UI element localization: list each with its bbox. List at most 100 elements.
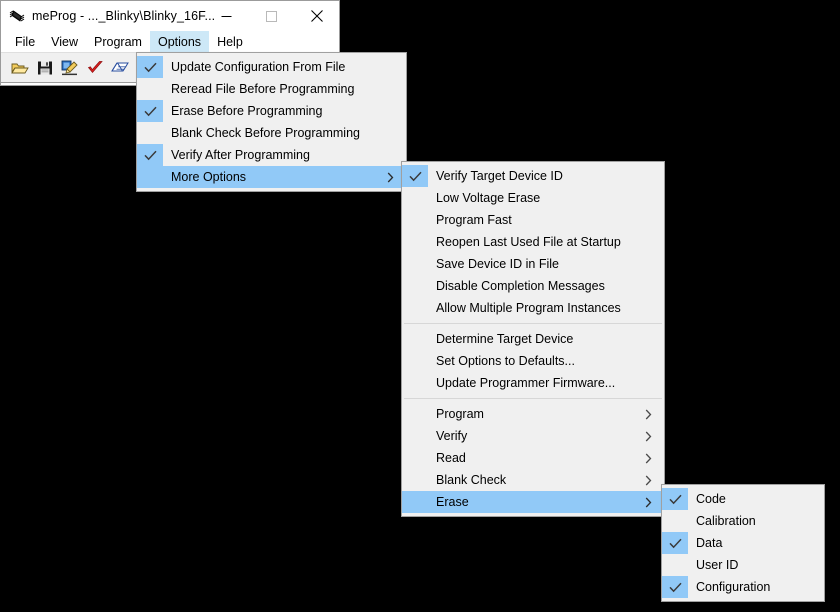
menubar-item-options[interactable]: Options [149,31,210,52]
menu-item-program-fast[interactable]: Program Fast [402,209,664,231]
checkmark-icon [662,488,688,510]
chevron-right-icon [645,453,664,464]
menu-item-blank-check[interactable]: Blank Check [402,469,664,491]
menu-item-low-voltage-erase[interactable]: Low Voltage Erase [402,187,664,209]
menu-separator [404,398,662,399]
menu-item-verify[interactable]: Verify [402,425,664,447]
menu-item-read[interactable]: Read [402,447,664,469]
menu-item-label: Calibration [696,514,756,528]
title-bar[interactable]: meProg - ..._Blinky\Blinky_16F... [1,1,339,31]
menu-item-erase-data[interactable]: Data [662,532,824,554]
menu-item-erase-code[interactable]: Code [662,488,824,510]
window-title: meProg - ..._Blinky\Blinky_16F... [32,9,216,23]
checkmark-slot [402,253,428,275]
menu-item-label: Program Fast [436,213,512,227]
maximize-button[interactable] [249,1,294,31]
minimize-button[interactable] [204,1,249,31]
checkmark-slot [402,491,428,513]
save-file-icon[interactable] [35,58,55,78]
chevron-right-icon [645,409,664,420]
checkmark-slot [402,328,428,350]
chip-icon [9,8,25,24]
checkmark-slot [137,122,163,144]
menu-item-label: Erase Before Programming [171,104,323,118]
menu-item-label: Data [696,536,723,550]
menu-item-set-options-to-defaults[interactable]: Set Options to Defaults... [402,350,664,372]
close-button[interactable] [294,1,339,31]
verify-icon[interactable] [85,58,105,78]
menu-item-label: Update Configuration From File [171,60,346,74]
checkmark-icon [137,56,163,78]
menu-item-label: Reopen Last Used File at Startup [436,235,621,249]
menu-item-erase[interactable]: Erase [402,491,664,513]
checkmark-slot [662,554,688,576]
menu-item-erase-user-id[interactable]: User ID [662,554,824,576]
checkmark-icon [662,532,688,554]
menu-item-label: Configuration [696,580,771,594]
menu-item-reopen-last-used-file-at-startup[interactable]: Reopen Last Used File at Startup [402,231,664,253]
menu-item-label: Verify Target Device ID [436,169,563,183]
menu-item-erase-before-programming[interactable]: Erase Before Programming [137,100,406,122]
checkmark-slot [402,403,428,425]
menu-item-label: Erase [436,495,469,509]
checkmark-slot [402,209,428,231]
menu-item-allow-multiple-program-instances[interactable]: Allow Multiple Program Instances [402,297,664,319]
options-menu: Update Configuration From File Reread Fi… [136,52,407,192]
menu-item-label: Program [436,407,484,421]
menu-item-program[interactable]: Program [402,403,664,425]
menu-item-erase-calibration[interactable]: Calibration [662,510,824,532]
menu-item-more-options[interactable]: More Options [137,166,406,188]
read-icon[interactable] [110,58,130,78]
menu-item-label: Low Voltage Erase [436,191,541,205]
checkmark-slot [402,350,428,372]
menu-separator [404,323,662,324]
checkmark-slot [402,231,428,253]
menu-item-label: Blank Check Before Programming [171,126,360,140]
menu-item-verify-target-device-id[interactable]: Verify Target Device ID [402,165,664,187]
menu-item-determine-target-device[interactable]: Determine Target Device [402,328,664,350]
menu-item-label: Reread File Before Programming [171,82,355,96]
menu-item-label: More Options [171,170,247,184]
menu-item-blank-check-before-programming[interactable]: Blank Check Before Programming [137,122,406,144]
menubar-item-view[interactable]: View [43,31,86,52]
checkmark-slot [137,166,163,188]
menu-item-update-programmer-firmware[interactable]: Update Programmer Firmware... [402,372,664,394]
menu-item-reread-file-before-programming[interactable]: Reread File Before Programming [137,78,406,100]
menu-item-label: Blank Check [436,473,507,487]
checkmark-slot [402,297,428,319]
menubar-item-help[interactable]: Help [209,31,251,52]
checkmark-slot [137,78,163,100]
checkmark-icon [137,100,163,122]
menu-item-erase-configuration[interactable]: Configuration [662,576,824,598]
checkmark-slot [662,510,688,532]
menu-item-label: Verify [436,429,468,443]
menu-item-update-configuration-from-file[interactable]: Update Configuration From File [137,56,406,78]
checkmark-slot [402,469,428,491]
menu-bar: File View Program Options Help [1,31,339,52]
menu-item-label: Save Device ID in File [436,257,559,271]
menu-item-label: Disable Completion Messages [436,279,605,293]
chevron-right-icon [645,431,664,442]
menu-item-save-device-id-in-file[interactable]: Save Device ID in File [402,253,664,275]
menu-item-verify-after-programming[interactable]: Verify After Programming [137,144,406,166]
open-file-icon[interactable] [10,58,30,78]
checkmark-slot [402,187,428,209]
window-controls [204,1,339,31]
program-device-icon[interactable] [60,58,80,78]
menubar-item-program[interactable]: Program [86,31,150,52]
menu-item-label: Set Options to Defaults... [436,354,575,368]
checkmark-slot [402,447,428,469]
menu-item-label: Allow Multiple Program Instances [436,301,621,315]
menu-item-label: Read [436,451,466,465]
menu-item-label: Determine Target Device [436,332,574,346]
more-options-submenu: Verify Target Device ID Low Voltage Eras… [401,161,665,517]
checkmark-slot [402,275,428,297]
menu-item-disable-completion-messages[interactable]: Disable Completion Messages [402,275,664,297]
menu-item-label: Verify After Programming [171,148,310,162]
menu-item-label: Update Programmer Firmware... [436,376,616,390]
checkmark-slot [402,372,428,394]
menu-item-label: Code [696,492,726,506]
checkmark-icon [662,576,688,598]
menubar-item-file[interactable]: File [7,31,43,52]
checkmark-icon [402,165,428,187]
